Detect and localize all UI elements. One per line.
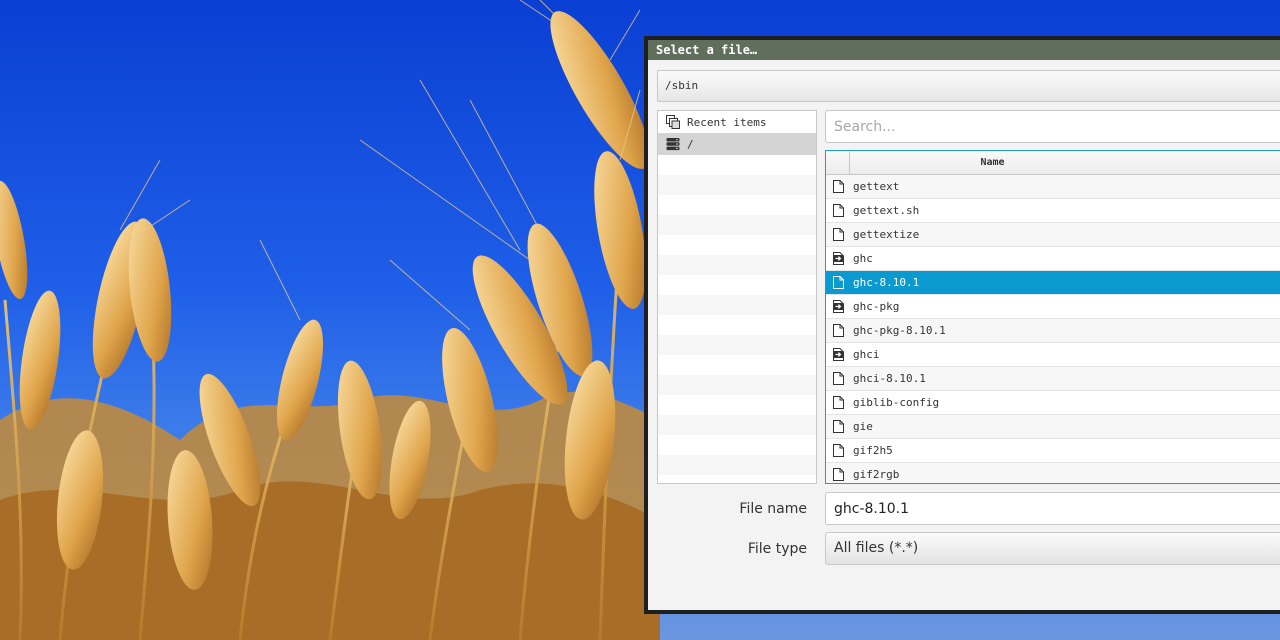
- file-row[interactable]: gettextize: [826, 223, 1280, 247]
- file-row[interactable]: ghc-pkg: [826, 295, 1280, 319]
- file-name: gettext: [853, 180, 900, 193]
- file-type-value: All files (*.*): [834, 540, 919, 556]
- sidebar-item-recent[interactable]: Recent items: [658, 111, 816, 133]
- recent-items-icon: [665, 114, 681, 130]
- path-bar-button[interactable]: /sbin: [657, 70, 1280, 102]
- file-row[interactable]: ghc-pkg-8.10.1: [826, 319, 1280, 343]
- search-input[interactable]: [825, 110, 1280, 143]
- file-type-label: File type: [747, 541, 807, 557]
- file-row[interactable]: ghci-8.10.1: [826, 367, 1280, 391]
- sidebar-item-root[interactable]: /: [658, 133, 816, 155]
- file-name: ghc-8.10.1: [853, 276, 920, 289]
- file-name: gif2h5: [853, 444, 893, 457]
- sidebar-empty-area: [658, 155, 816, 475]
- dialog-title: Select a file…: [656, 43, 758, 57]
- file-list[interactable]: Name gettext gettext.sh gettextize ghc ghc-8…: [825, 150, 1280, 484]
- file-row[interactable]: gettext: [826, 175, 1280, 199]
- file-name: ghc-pkg-8.10.1: [853, 324, 946, 337]
- file-name: gie: [853, 420, 873, 433]
- file-icon: [826, 391, 850, 415]
- file-icon: [826, 439, 850, 463]
- places-sidebar: Recent items /: [657, 110, 817, 484]
- file-name: gif2rgb: [853, 468, 900, 481]
- file-row[interactable]: giblib-config: [826, 391, 1280, 415]
- dialog-titlebar[interactable]: Select a file…: [648, 40, 1280, 60]
- file-icon: [826, 415, 850, 439]
- file-rows: gettext gettext.sh gettextize ghc ghc-8.10.1…: [826, 175, 1280, 484]
- file-row[interactable]: ghci: [826, 343, 1280, 367]
- drive-icon: [665, 136, 681, 152]
- current-path: /sbin: [665, 79, 699, 92]
- file-type-dropdown[interactable]: All files (*.*): [825, 532, 1280, 565]
- file-name-label: File name: [739, 501, 807, 517]
- file-name: ghc: [853, 252, 873, 265]
- file-row[interactable]: ghc-8.10.1: [826, 271, 1280, 295]
- file-icon: [826, 367, 850, 391]
- file-row[interactable]: gie: [826, 415, 1280, 439]
- file-row[interactable]: gettext.sh: [826, 199, 1280, 223]
- name-column-header[interactable]: Name: [850, 151, 1280, 174]
- symlink-icon: [826, 247, 850, 271]
- symlink-icon: [826, 343, 850, 367]
- file-row[interactable]: gif2rgb: [826, 463, 1280, 484]
- icon-column-header[interactable]: [826, 151, 850, 174]
- sidebar-item-label: /: [687, 137, 694, 151]
- file-icon: [826, 271, 850, 295]
- file-icon: [826, 319, 850, 343]
- file-name: gettextize: [853, 228, 920, 241]
- file-icon: [826, 463, 850, 484]
- file-list-header: Name: [826, 151, 1280, 175]
- file-name: ghci-8.10.1: [853, 372, 926, 385]
- sidebar-item-label: Recent items: [687, 115, 767, 129]
- file-name-input[interactable]: [825, 492, 1280, 525]
- file-name: gettext.sh: [853, 204, 920, 217]
- file-icon: [826, 175, 850, 199]
- file-chooser-dialog: Select a file… /sbin Recent items / Sear…: [644, 36, 1280, 614]
- file-name: ghc-pkg: [853, 300, 900, 313]
- file-name: giblib-config: [853, 396, 940, 409]
- file-icon: [826, 199, 850, 223]
- file-row[interactable]: gif2h5: [826, 439, 1280, 463]
- symlink-icon: [826, 295, 850, 319]
- file-row[interactable]: ghc: [826, 247, 1280, 271]
- file-icon: [826, 223, 850, 247]
- file-name: ghci: [853, 348, 880, 361]
